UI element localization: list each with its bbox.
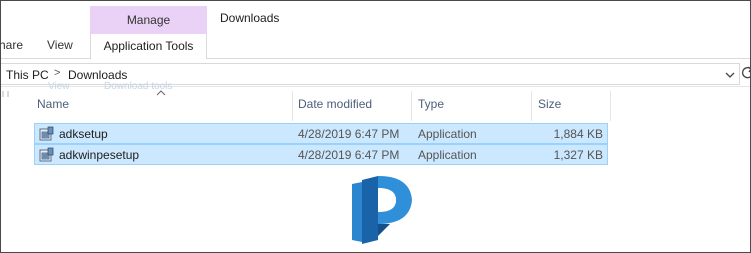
file-name: adkwinpesetup [59, 148, 140, 162]
column-divider[interactable] [610, 91, 611, 121]
watermark-logo-icon [352, 176, 412, 244]
file-type: Application [418, 148, 477, 162]
file-type: Application [418, 127, 477, 141]
column-divider[interactable] [531, 91, 532, 121]
file-size: 1,327 KB [553, 148, 603, 162]
tab-view[interactable]: View [47, 37, 73, 59]
explorer-window: Share View Manage Application Tools Down… [0, 0, 751, 253]
window-title: Downloads [220, 11, 280, 25]
column-header-size[interactable]: Size [538, 91, 610, 117]
file-date-modified: 4/28/2019 6:47 PM [298, 148, 400, 162]
application-tools-group: Manage Application Tools [90, 6, 207, 59]
file-row[interactable]: adksetup 4/28/2019 6:47 PM Application 1… [34, 123, 608, 144]
file-row[interactable]: adkwinpesetup 4/28/2019 6:47 PM Applicat… [34, 144, 608, 165]
file-date-modified: 4/28/2019 6:47 PM [298, 127, 400, 141]
nav-pane-edge-icon [2, 91, 9, 97]
chevron-down-icon[interactable] [723, 68, 737, 82]
tab-application-tools[interactable]: Application Tools [90, 34, 207, 59]
installer-icon [39, 126, 54, 141]
column-header-type[interactable]: Type [418, 91, 530, 117]
tab-share[interactable]: Share [1, 37, 23, 59]
manage-group-label: Manage [90, 6, 207, 34]
column-divider[interactable] [411, 91, 412, 121]
breadcrumb-downloads[interactable]: Downloads [68, 68, 127, 82]
breadcrumb-separator-icon[interactable]: > [54, 67, 60, 79]
column-header-date-modified[interactable]: Date modified [298, 91, 412, 117]
ribbon: Share View Manage Application Tools Down… [1, 1, 750, 59]
refresh-icon[interactable] [741, 65, 751, 81]
file-size: 1,884 KB [553, 127, 603, 141]
column-header-name[interactable]: Name [37, 91, 292, 117]
breadcrumb-this-pc[interactable]: This PC [6, 68, 49, 82]
column-divider[interactable] [292, 91, 293, 121]
installer-icon [39, 147, 54, 162]
file-name: adksetup [59, 127, 108, 141]
